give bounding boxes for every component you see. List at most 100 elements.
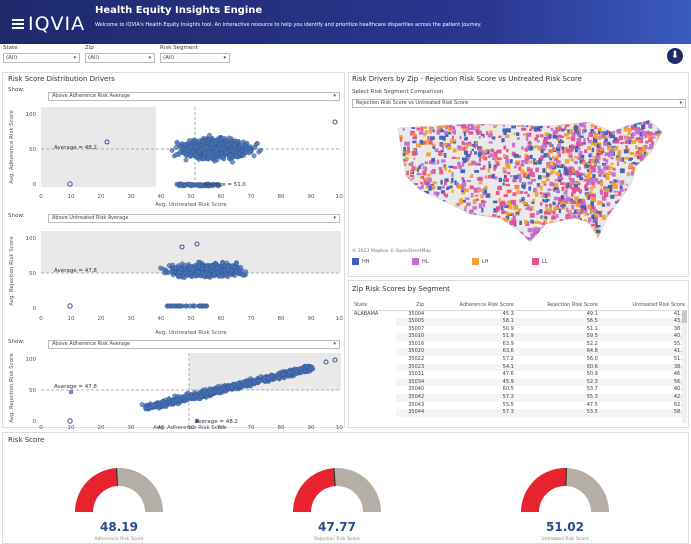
zip-marker xyxy=(406,177,410,182)
zip-marker xyxy=(612,124,615,128)
zip-marker xyxy=(460,233,466,238)
zip-marker xyxy=(531,179,536,182)
scatter-plot-3[interactable]: 100 50 0 Average = 47.8 Average = 48.2 A… xyxy=(3,350,343,426)
zip-marker xyxy=(516,212,520,215)
scatter-plot-1[interactable]: 100 50 0 Average = 48.2 Average = 51.0 0… xyxy=(3,102,343,212)
zip-marker xyxy=(565,159,570,164)
zip-marker xyxy=(455,237,458,242)
plot3-dropdown[interactable]: Above Adherence Risk Average ▾ xyxy=(48,340,340,349)
scatter-point xyxy=(226,142,232,147)
us-choropleth-map[interactable] xyxy=(350,110,687,250)
table-row[interactable]: 35022 57.2 56.0 51.6 xyxy=(352,356,687,364)
x-tick-label: 40 xyxy=(158,194,165,200)
zip-marker xyxy=(571,204,575,210)
zip-marker xyxy=(439,175,444,178)
zip-marker xyxy=(533,126,538,132)
col-zip[interactable]: Zip xyxy=(395,300,427,311)
scatter-point xyxy=(287,370,293,375)
map-segment-select[interactable]: Rejection Risk Score vs Untreated Risk S… xyxy=(352,99,686,108)
zip-marker xyxy=(417,186,421,191)
zip-marker xyxy=(559,237,565,242)
zip-marker xyxy=(664,217,668,219)
zip-marker xyxy=(638,183,643,188)
zip-marker xyxy=(643,223,648,228)
zip-marker xyxy=(650,171,655,174)
zip-marker xyxy=(437,219,441,222)
zip-marker xyxy=(502,239,505,242)
zip-marker xyxy=(418,165,422,169)
zip-marker xyxy=(426,219,430,222)
zip-marker xyxy=(426,152,431,157)
zip-marker xyxy=(402,238,405,242)
table-row[interactable]: 35007 50.9 51.1 38.3 xyxy=(352,326,687,334)
zip-marker xyxy=(431,225,436,228)
zip-marker xyxy=(453,166,458,170)
plot3-ylabel: Avg. Rejection Risk Score xyxy=(9,353,15,423)
zip-marker xyxy=(472,165,475,169)
zip-marker xyxy=(636,195,639,200)
zip-marker xyxy=(653,208,657,213)
zip-marker xyxy=(561,186,564,192)
table-row[interactable]: ALABAMA 35004 45.3 49.1 41.9 xyxy=(352,310,687,318)
zip-marker xyxy=(621,123,626,126)
zip-marker xyxy=(643,191,647,196)
zip-marker xyxy=(457,216,461,222)
zip-marker xyxy=(400,216,405,221)
zip-marker xyxy=(630,171,634,176)
zip-marker xyxy=(647,194,652,200)
segment-filter[interactable]: (All) ▾ xyxy=(160,53,230,63)
col-rejection[interactable]: Rejection Risk Score xyxy=(515,300,600,311)
zip-marker xyxy=(558,241,561,242)
zip-marker xyxy=(648,168,654,173)
zip-marker xyxy=(501,239,505,241)
table-row[interactable]: 35034 45.9 52.3 56.8 xyxy=(352,378,687,387)
zip-marker xyxy=(604,152,610,156)
zip-marker xyxy=(640,206,646,210)
scatter-plot-2[interactable]: 100 50 0 Average = 47.8 0 10 20 30 40 50 60 70 8… xyxy=(3,226,343,336)
zip-filter-label: Zip xyxy=(85,45,94,51)
col-adherence[interactable]: Adherence Risk Score xyxy=(426,300,516,311)
zip-marker xyxy=(424,186,427,190)
scatter-point xyxy=(179,303,184,309)
zip-marker xyxy=(597,149,601,153)
zip-marker xyxy=(412,214,417,219)
zip-marker xyxy=(648,172,653,175)
table-row[interactable]: 35031 47.6 50.9 46.8 xyxy=(352,371,687,379)
download-button[interactable]: ⬇ xyxy=(667,48,683,64)
zip-marker xyxy=(562,239,565,244)
plot2-dropdown[interactable]: Above Untreated Risk Average ▾ xyxy=(48,214,340,223)
zip-marker xyxy=(440,143,444,147)
zip-marker xyxy=(641,164,646,168)
zip-marker xyxy=(443,191,446,196)
zip-marker xyxy=(584,155,588,159)
zip-marker xyxy=(660,181,662,186)
table-row[interactable]: 35005 58.1 56.5 43.8 xyxy=(352,318,687,326)
table-row[interactable]: 35020 63.6 64.8 41.5 xyxy=(352,348,687,357)
zip-marker xyxy=(648,189,652,194)
scatter-point xyxy=(235,381,241,386)
col-untreated[interactable]: Untreated Risk Score xyxy=(599,300,687,311)
zip-marker xyxy=(641,221,646,226)
zip-marker xyxy=(557,228,562,233)
zip-marker xyxy=(436,228,440,231)
zip-marker xyxy=(626,223,632,228)
zip-filter[interactable]: (All) ▾ xyxy=(85,53,155,63)
col-state[interactable]: State xyxy=(352,300,396,311)
zip-marker xyxy=(459,213,465,216)
zip-marker xyxy=(639,185,644,189)
table-row[interactable]: 35023 54.1 60.6 38.1 xyxy=(352,363,687,372)
plot1-dropdown[interactable]: Above Adherence Risk Average ▾ xyxy=(48,92,340,101)
zip-marker xyxy=(419,216,423,220)
zip-marker xyxy=(513,217,516,220)
table-row[interactable]: 35016 63.9 52.2 55.1 xyxy=(352,341,687,349)
zip-marker xyxy=(478,238,483,242)
zip-marker xyxy=(411,198,416,202)
zip-marker xyxy=(436,130,441,135)
zip-marker xyxy=(413,157,416,161)
zip-marker xyxy=(501,235,506,240)
zip-marker xyxy=(584,234,589,239)
state-filter[interactable]: (All) ▾ xyxy=(3,53,80,63)
zip-marker xyxy=(483,138,488,143)
zip-marker xyxy=(630,201,634,206)
table-row[interactable]: 35010 51.9 59.5 40.3 xyxy=(352,333,687,341)
